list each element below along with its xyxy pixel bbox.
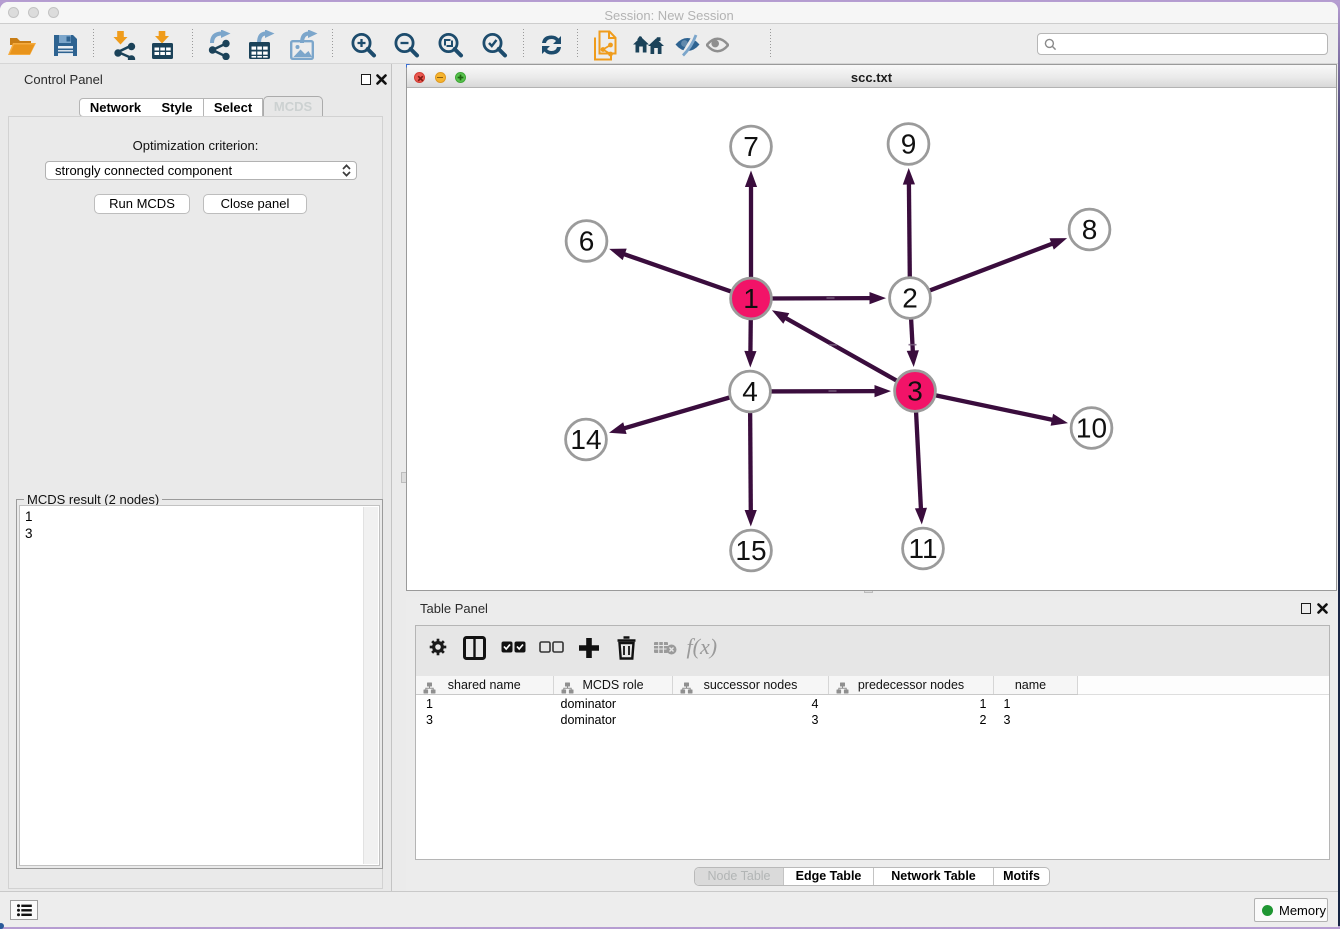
svg-text:9: 9 (900, 128, 916, 159)
svg-text:11: 11 (908, 533, 937, 564)
svg-text:7: 7 (743, 131, 759, 162)
svg-text:2: 2 (902, 282, 918, 313)
svg-text:6: 6 (578, 225, 594, 256)
svg-text:4: 4 (742, 376, 758, 407)
svg-text:15: 15 (735, 535, 766, 566)
svg-text:3: 3 (907, 375, 923, 406)
svg-text:14: 14 (570, 424, 601, 455)
svg-text:10: 10 (1075, 412, 1106, 443)
svg-text:8: 8 (1081, 214, 1097, 245)
svg-text:1: 1 (743, 283, 759, 314)
